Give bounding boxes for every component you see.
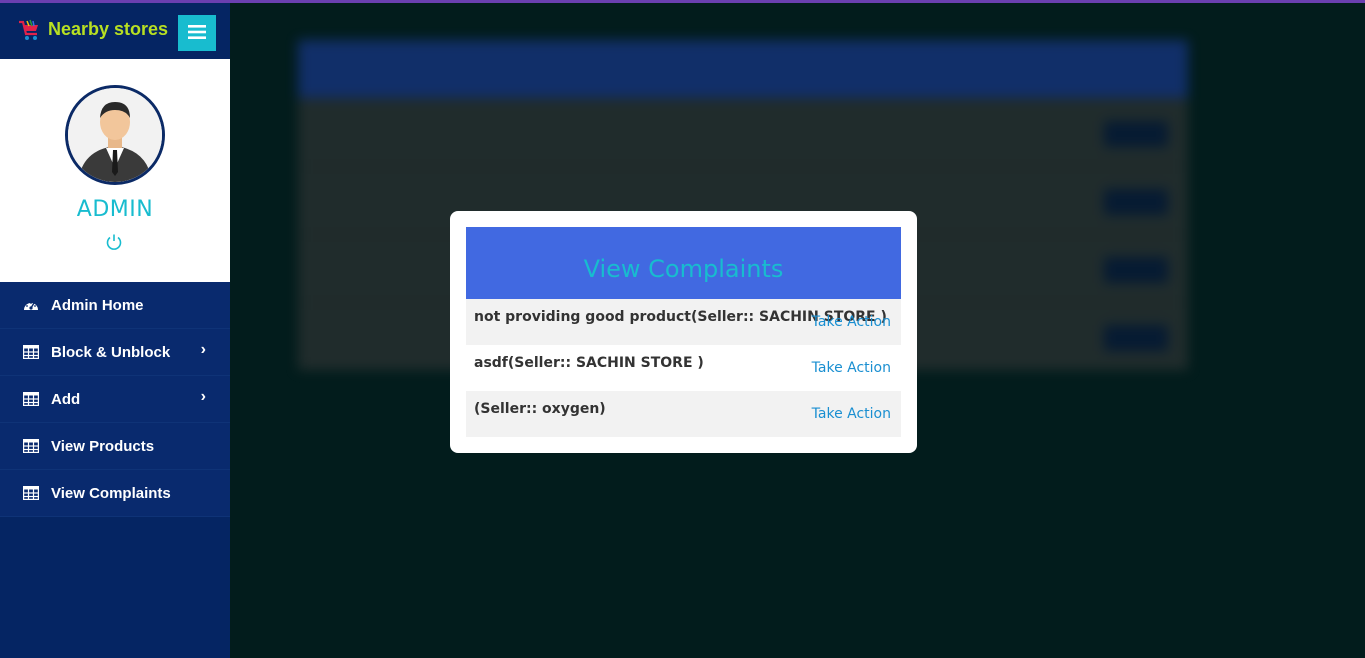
take-action-link[interactable]: Take Action <box>812 314 891 330</box>
complaint-row: (Seller:: oxygen) Take Action <box>466 391 901 437</box>
complaint-row: asdf(Seller:: SACHIN STORE ) Take Action <box>466 345 901 391</box>
top-accent-line <box>0 0 1365 3</box>
modal-header: View Complaints <box>466 227 901 299</box>
complaint-text: asdf(Seller:: SACHIN STORE ) <box>474 355 704 371</box>
complaints-modal: View Complaints not providing good produ… <box>450 211 917 453</box>
take-action-link[interactable]: Take Action <box>812 360 891 376</box>
complaint-row: not providing good product(Seller:: SACH… <box>466 299 901 345</box>
modal-overlay[interactable]: View Complaints not providing good produ… <box>0 0 1365 658</box>
take-action-link[interactable]: Take Action <box>812 406 891 422</box>
modal-title: View Complaints <box>583 255 784 283</box>
complaint-text: (Seller:: oxygen) <box>474 401 606 417</box>
